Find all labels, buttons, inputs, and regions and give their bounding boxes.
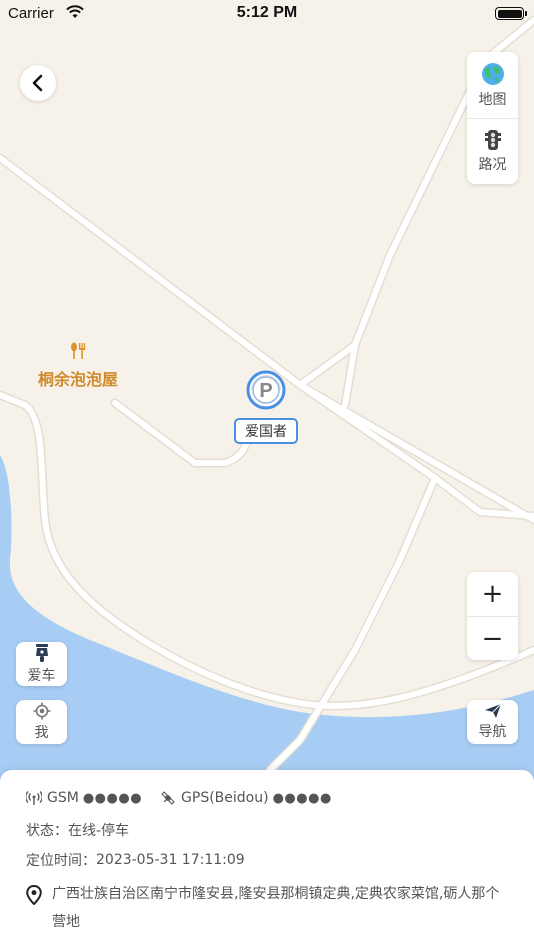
- globe-icon: [481, 62, 504, 85]
- gps-strength: ●●●●●: [272, 790, 332, 806]
- signal-row: GSM ●●●●● GPS(Beidou) ●●●●●: [26, 786, 508, 810]
- navigate-label: 导航: [478, 724, 507, 740]
- svg-text:P: P: [259, 380, 272, 402]
- location-time-value: 2023-05-31 17:11:09: [96, 852, 245, 868]
- status-row: 状态： 在线-停车: [26, 816, 508, 844]
- traffic-light-icon: [484, 130, 501, 150]
- traffic-button[interactable]: 路况: [467, 118, 518, 184]
- satellite-icon: [161, 791, 175, 805]
- traffic-label: 路况: [478, 157, 507, 173]
- clock: 5:12 PM: [236, 4, 298, 21]
- map-type-button[interactable]: 地图: [467, 52, 518, 118]
- location-time-row: 定位时间： 2023-05-31 17:11:09: [26, 846, 508, 874]
- parking-marker-icon[interactable]: P: [246, 370, 286, 410]
- zoom-panel: + −: [467, 572, 518, 660]
- address-text: 广西壮族自治区南宁市隆安县,隆安县那桐镇定典,定典农家菜馆,砺人那个营地: [52, 886, 500, 930]
- antenna-icon: [26, 791, 42, 805]
- chevron-left-icon: [32, 74, 43, 92]
- gsm-strength: ●●●●●: [82, 790, 143, 806]
- target-icon: [33, 702, 50, 720]
- locate-car-button[interactable]: 爱车: [16, 642, 67, 686]
- poi-restaurant[interactable]: 桐余泡泡屋: [38, 342, 118, 390]
- send-icon: [484, 703, 501, 718]
- map-type-label: 地图: [478, 91, 507, 108]
- gps-label: GPS(Beidou): [181, 790, 269, 806]
- gsm-label: GSM: [47, 790, 79, 806]
- status-bar: Carrier 5:12 PM: [0, 0, 534, 30]
- locate-me-button[interactable]: 我: [16, 700, 67, 744]
- scooter-icon: [35, 644, 48, 662]
- locate-me-label: 我: [34, 725, 49, 741]
- map-layer-panel: 地图 路况: [467, 52, 518, 184]
- locate-car-label: 爱车: [27, 668, 56, 684]
- location-time-label: 定位时间：: [26, 853, 96, 869]
- back-button[interactable]: [20, 65, 56, 101]
- status-label: 状态：: [26, 823, 68, 839]
- car-marker-label[interactable]: 爱国者: [234, 418, 298, 444]
- poi-restaurant-name: 桐余泡泡屋: [38, 370, 119, 389]
- gsm-signal: GSM ●●●●●: [26, 790, 146, 806]
- battery-icon: [495, 7, 527, 20]
- gps-signal: GPS(Beidou) ●●●●●: [160, 790, 336, 806]
- navigate-button[interactable]: 导航: [467, 700, 518, 744]
- zoom-in-button[interactable]: +: [467, 572, 518, 616]
- restaurant-icon: [71, 342, 86, 359]
- location-pin-icon: [26, 885, 42, 905]
- device-info-card: GSM ●●●●● GPS(Beidou) ●●●●● 状态： 在线-停车 定位…: [0, 770, 534, 950]
- zoom-out-button[interactable]: −: [467, 616, 518, 660]
- status-value: 在线-停车: [68, 823, 130, 839]
- address-row: 广西壮族自治区南宁市隆安县,隆安县那桐镇定典,定典农家菜馆,砺人那个营地: [26, 880, 508, 936]
